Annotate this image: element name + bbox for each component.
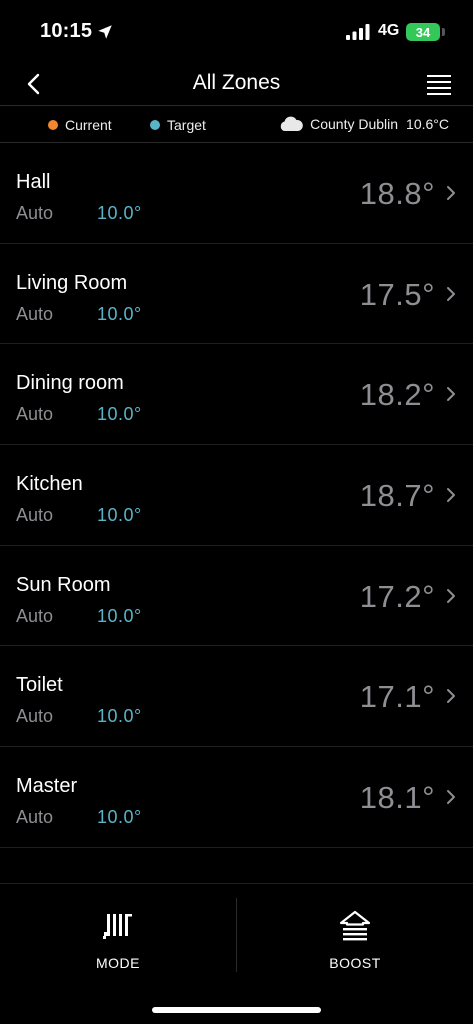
zone-row[interactable]: Kitchen Auto 10.0° 18.7° [0, 445, 473, 546]
zone-current-temp: 18.8° [359, 176, 435, 211]
target-dot [150, 120, 160, 130]
legend-target-label: Target [167, 117, 206, 133]
boost-arrow-icon [339, 910, 371, 941]
boost-label: BOOST [329, 955, 381, 971]
zone-name: Toilet [16, 674, 63, 697]
chevron-right-icon [447, 488, 455, 503]
zone-target-temp: 10.0° [97, 807, 142, 828]
zone-name: Sun Room [16, 573, 111, 596]
chevron-right-icon [447, 689, 455, 704]
zone-list: Hall Auto 10.0° 18.8° Living Room Auto 10.0° 17… [0, 143, 473, 848]
zone-target-temp: 10.0° [97, 706, 142, 727]
zone-row[interactable]: Hall Auto 10.0° 18.8° [0, 143, 473, 244]
chevron-right-icon [447, 286, 455, 301]
page-title: All Zones [192, 71, 281, 94]
legend-bar: Current Target County Dublin 10.6°C [0, 107, 473, 143]
weather-location: County Dublin [310, 116, 399, 132]
status-bar: 10:15 4G 34 [0, 0, 473, 62]
battery-indicator: 34 [406, 23, 440, 41]
chevron-right-icon [447, 588, 455, 603]
zone-target-temp: 10.0° [97, 303, 142, 324]
cloud-icon [280, 116, 303, 131]
mode-label: MODE [96, 955, 140, 971]
zone-mode: Auto [16, 404, 54, 425]
chevron-right-icon [447, 790, 455, 805]
zone-current-temp: 18.2° [359, 377, 435, 413]
zone-name: Hall [16, 171, 51, 193]
zone-current-temp: 18.7° [359, 478, 435, 514]
zone-name: Kitchen [16, 473, 83, 496]
zone-current-temp: 17.1° [359, 679, 435, 715]
zone-current-temp: 17.2° [359, 578, 435, 614]
zone-mode: Auto [16, 706, 54, 727]
home-indicator[interactable] [152, 1007, 321, 1013]
status-time: 10:15 [40, 20, 93, 42]
zone-mode: Auto [16, 505, 54, 526]
zone-mode: Auto [16, 203, 54, 223]
zone-row[interactable]: Toilet Auto 10.0° 17.1° [0, 646, 473, 748]
zone-row[interactable]: Dining room Auto 10.0° 18.2° [0, 344, 473, 446]
zone-row[interactable]: Living Room Auto 10.0° 17.5° [0, 244, 473, 345]
radiator-icon [103, 914, 132, 939]
nav-bar: All Zones [0, 62, 473, 106]
weather-info: County Dublin 10.6°C [278, 115, 449, 133]
zone-target-temp: 10.0° [97, 605, 142, 626]
zone-target-temp: 10.0° [97, 203, 142, 223]
zone-mode: Auto [16, 807, 54, 828]
chevron-right-icon [447, 387, 455, 402]
zone-mode: Auto [16, 303, 54, 324]
battery-cap [442, 28, 445, 36]
cellular-signal-icon [346, 24, 370, 40]
zone-row[interactable]: Master Auto 10.0° 18.1° [0, 747, 473, 848]
mode-button[interactable]: MODE [0, 884, 236, 984]
zone-name: Master [16, 775, 78, 798]
zone-row[interactable]: Sun Room Auto 10.0° 17.2° [0, 546, 473, 647]
legend-target: Target [150, 117, 206, 133]
legend-current-label: Current [65, 117, 112, 133]
chevron-right-icon [447, 186, 455, 200]
hamburger-menu-icon[interactable] [426, 72, 452, 96]
location-arrow-icon [98, 25, 112, 39]
zone-target-temp: 10.0° [97, 404, 142, 425]
weather-temperature: 10.6°C [406, 116, 449, 132]
zone-name: Living Room [16, 271, 128, 294]
network-type: 4G [378, 22, 400, 39]
bottom-bar: MODE BOOST [0, 883, 473, 1024]
zone-current-temp: 18.1° [359, 780, 435, 816]
zone-mode: Auto [16, 605, 54, 626]
zone-name: Dining room [16, 372, 124, 395]
zone-target-temp: 10.0° [97, 505, 142, 526]
legend-current: Current [48, 117, 112, 133]
zone-current-temp: 17.5° [359, 276, 435, 312]
current-dot [48, 120, 58, 130]
boost-button[interactable]: BOOST [237, 884, 473, 984]
battery-level: 34 [415, 24, 431, 40]
